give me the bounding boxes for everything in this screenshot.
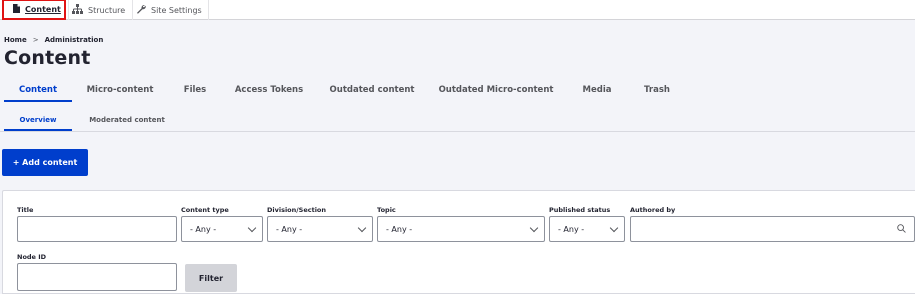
tab-trash[interactable]: Trash bbox=[636, 80, 678, 102]
toolbar-content-link[interactable]: Content bbox=[2, 0, 66, 20]
toolbar-settings-label: Site Settings bbox=[151, 5, 202, 15]
published-status-value: - Any - bbox=[558, 224, 585, 234]
chevron-down-icon bbox=[529, 223, 539, 233]
document-icon bbox=[13, 4, 20, 15]
add-content-button[interactable]: + Add content bbox=[2, 149, 88, 176]
tab-outdated-micro-content[interactable]: Outdated Micro-content bbox=[436, 80, 556, 102]
filter-button[interactable]: Filter bbox=[185, 264, 237, 292]
toolbar-divider bbox=[68, 0, 69, 20]
title-filter-label: Title bbox=[17, 206, 34, 214]
division-section-label: Division/Section bbox=[267, 206, 327, 214]
admin-toolbar: Content Structure Site Settings bbox=[0, 0, 915, 20]
content-type-value: - Any - bbox=[190, 224, 217, 234]
published-status-label: Published status bbox=[549, 206, 611, 214]
topic-label: Topic bbox=[377, 206, 396, 214]
subtab-overview[interactable]: Overview bbox=[4, 112, 72, 131]
tab-outdated-content[interactable]: Outdated content bbox=[326, 80, 418, 102]
subtab-moderated-content[interactable]: Moderated content bbox=[84, 112, 170, 131]
page-title: Content bbox=[4, 47, 91, 69]
content-type-label: Content type bbox=[181, 206, 229, 214]
tab-micro-content[interactable]: Micro-content bbox=[84, 80, 156, 102]
published-status-select[interactable]: - Any - bbox=[549, 216, 625, 242]
toolbar-divider bbox=[208, 0, 209, 20]
toolbar-structure-label: Structure bbox=[88, 5, 126, 15]
division-section-select[interactable]: - Any - bbox=[267, 216, 373, 242]
tab-files[interactable]: Files bbox=[178, 80, 212, 102]
chevron-down-icon bbox=[247, 223, 257, 233]
toolbar-structure-link[interactable]: Structure bbox=[72, 0, 130, 20]
tab-content[interactable]: Content bbox=[4, 80, 72, 102]
node-id-input[interactable] bbox=[17, 263, 177, 291]
authored-by-input[interactable] bbox=[630, 216, 915, 242]
toolbar-divider bbox=[132, 0, 133, 20]
toolbar-content-label: Content bbox=[25, 5, 61, 14]
tab-media[interactable]: Media bbox=[574, 80, 620, 102]
toolbar-site-settings-link[interactable]: Site Settings bbox=[136, 0, 206, 20]
breadcrumb-separator: > bbox=[32, 36, 39, 44]
sitemap-icon bbox=[72, 4, 83, 16]
division-section-value: - Any - bbox=[276, 224, 303, 234]
wrench-icon bbox=[136, 4, 146, 16]
search-icon bbox=[897, 224, 906, 233]
filter-panel: Title Content type - Any - Division/Sect… bbox=[2, 190, 915, 294]
node-id-label: Node ID bbox=[17, 253, 47, 261]
primary-tabs: Content Micro-content Files Access Token… bbox=[0, 80, 915, 102]
breadcrumb-administration-link[interactable]: Administration bbox=[45, 36, 104, 44]
breadcrumb-home-link[interactable]: Home bbox=[4, 36, 27, 44]
chevron-down-icon bbox=[609, 223, 619, 233]
authored-by-label: Authored by bbox=[630, 206, 676, 214]
content-type-select[interactable]: - Any - bbox=[181, 216, 263, 242]
topic-value: - Any - bbox=[386, 224, 413, 234]
secondary-tabs: Overview Moderated content bbox=[0, 112, 915, 132]
breadcrumb: Home > Administration bbox=[4, 36, 103, 44]
chevron-down-icon bbox=[357, 223, 367, 233]
tab-access-tokens[interactable]: Access Tokens bbox=[232, 80, 306, 102]
topic-select[interactable]: - Any - bbox=[377, 216, 545, 242]
title-input[interactable] bbox=[17, 216, 177, 242]
